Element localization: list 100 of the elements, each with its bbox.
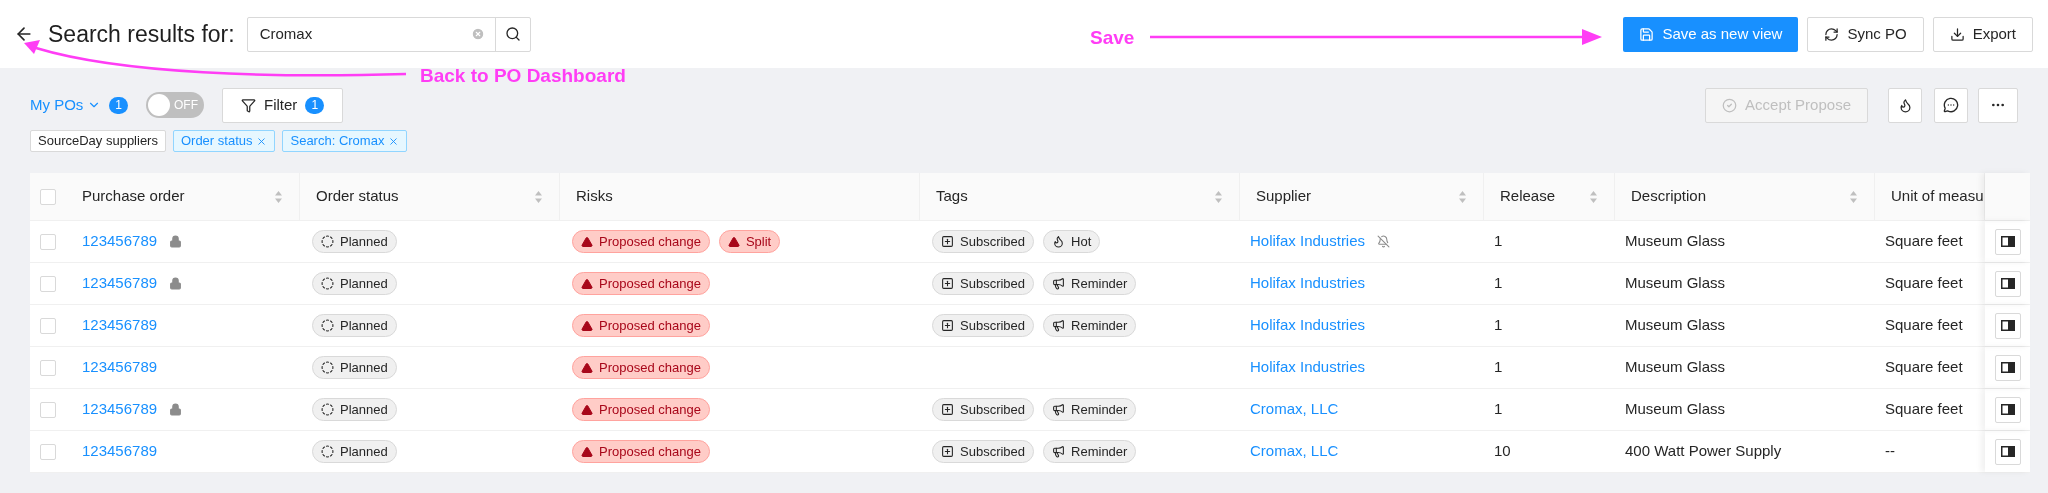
sort-icon[interactable] [1458, 189, 1467, 204]
column-header: Purchase order [82, 186, 185, 207]
details-panel-button[interactable] [1994, 396, 2021, 423]
status-pill: Planned [312, 272, 397, 295]
filter-icon [241, 97, 257, 113]
warning-icon [581, 277, 593, 290]
row-checkbox[interactable] [40, 233, 56, 250]
tag-pill: Subscribed [932, 272, 1035, 295]
dashed-circle-icon [321, 319, 334, 332]
view-dropdown[interactable]: My POs [30, 93, 102, 117]
dashed-circle-icon [321, 445, 334, 458]
table-row[interactable]: 123456789 Planned Proposed change Subscribed Reminder Holifax Industries 1 Museum Glass Square feet [30, 305, 2030, 347]
status-pill: Planned [312, 398, 397, 421]
row-checkbox[interactable] [40, 401, 56, 418]
side-panel-icon [2000, 446, 2015, 457]
save-button[interactable]: Save as new view [1623, 16, 1799, 52]
tag-pill: Reminder [1043, 314, 1137, 337]
clear-icon[interactable] [470, 27, 485, 41]
row-checkbox[interactable] [40, 359, 56, 376]
details-panel-button[interactable] [1994, 312, 2021, 339]
po-link[interactable]: 123456789 [82, 230, 158, 253]
unit-cell-text: -- [1885, 441, 1895, 462]
status-pill: Planned [312, 356, 397, 379]
table-row[interactable]: 123456789 Planned Proposed change Subscribed Reminder Cromax, LLC 10 400 Watt Power Supply -- [30, 431, 2030, 473]
unit-cell-text: Square feet [1885, 231, 1963, 252]
supplier-link[interactable]: Holifax Industries [1250, 272, 1366, 295]
count-badge: 1 [305, 96, 325, 114]
header-cell[interactable]: Release [1484, 173, 1615, 220]
search-value: Cromax [258, 23, 314, 44]
flame-icon [1052, 235, 1066, 248]
filter-button[interactable]: Filter 1 [222, 87, 344, 123]
side-panel-icon [2000, 278, 2015, 289]
comment-button[interactable] [1934, 87, 1968, 123]
header-cell[interactable]: Description [1615, 173, 1875, 220]
description-cell-text: 400 Watt Power Supply [1625, 441, 1782, 462]
po-link[interactable]: 123456789 [82, 398, 158, 421]
supplier-link[interactable]: Holifax Industries [1250, 230, 1366, 253]
po-link[interactable]: 123456789 [82, 272, 158, 295]
supplier-link[interactable]: Cromax, LLC [1250, 398, 1339, 421]
sort-icon[interactable] [1214, 189, 1223, 204]
po-link[interactable]: 123456789 [82, 356, 158, 379]
header-cell[interactable]: Order status [300, 173, 560, 220]
table-row[interactable]: 123456789 Planned Proposed change Subscribed Reminder Holifax Industries 1 Museum Glass Square feet [30, 263, 2030, 305]
header-cell[interactable]: Supplier [1240, 173, 1484, 220]
sort-icon[interactable] [274, 189, 283, 204]
close-icon[interactable] [256, 135, 268, 147]
filter-chip[interactable]: Search: Cromax [282, 130, 408, 152]
annotation-label: Save [1090, 26, 1135, 50]
supplier-link[interactable]: Holifax Industries [1250, 314, 1366, 337]
close-icon[interactable] [388, 135, 400, 147]
search-icon [504, 26, 521, 42]
warning-icon [581, 445, 593, 458]
table-row[interactable]: 123456789 Planned Proposed change Subscribed Reminder Cromax, LLC 1 Museum Glass Square feet [30, 389, 2030, 431]
select-all-checkbox[interactable] [40, 188, 56, 205]
filter-chip[interactable]: Order status [172, 130, 276, 152]
dashed-circle-icon [321, 403, 334, 416]
release-cell-text: 10 [1494, 441, 1511, 462]
save-icon [1639, 26, 1655, 42]
po-link[interactable]: 123456789 [82, 314, 158, 337]
page-title: Search results for: [48, 19, 235, 49]
side-panel-icon [2000, 362, 2015, 373]
toggle-switch[interactable]: OFF [146, 92, 205, 118]
megaphone-icon [1052, 319, 1066, 332]
details-panel-button[interactable] [1994, 228, 2021, 255]
warning-icon [581, 235, 593, 248]
tag-pill: Subscribed [932, 440, 1035, 463]
row-checkbox[interactable] [40, 443, 56, 460]
table-row[interactable]: 123456789 Planned Proposed change Split Subscribed Hot Holifax Industries 1 Museum Glass Square feet [30, 221, 2030, 263]
supplier-link[interactable]: Holifax Industries [1250, 356, 1366, 379]
row-checkbox[interactable] [40, 317, 56, 334]
column-header: Description [1631, 186, 1707, 207]
sync-button[interactable]: Sync PO [1807, 16, 1924, 52]
tag-pill: Reminder [1043, 398, 1137, 421]
header-cell[interactable]: Tags [920, 173, 1240, 220]
release-cell-text: 1 [1494, 399, 1503, 420]
row-checkbox[interactable] [40, 275, 56, 292]
hot-button[interactable] [1888, 87, 1922, 123]
description-cell-text: Museum Glass [1625, 399, 1726, 420]
search-field[interactable]: Cromax [246, 16, 531, 52]
sort-icon[interactable] [534, 189, 543, 204]
dashed-circle-icon [321, 235, 334, 248]
risk-pill: Proposed change [572, 440, 710, 463]
details-panel-button[interactable] [1994, 270, 2021, 297]
supplier-link[interactable]: Cromax, LLC [1250, 440, 1339, 463]
description-cell-text: Museum Glass [1625, 315, 1726, 336]
table-row[interactable]: 123456789 Planned Proposed change Holifax Industries 1 Museum Glass Square feet [30, 347, 2030, 389]
po-link[interactable]: 123456789 [82, 440, 158, 463]
more-button[interactable] [1978, 87, 2018, 123]
details-panel-button[interactable] [1994, 438, 2021, 465]
details-panel-button[interactable] [1994, 354, 2021, 381]
header-cell[interactable]: Purchase order [66, 173, 300, 220]
filter-chip[interactable]: SourceDay suppliers [30, 130, 166, 152]
export-button[interactable]: Export [1932, 16, 2033, 52]
warning-icon [581, 403, 593, 416]
sort-icon[interactable] [1849, 189, 1858, 204]
sort-icon[interactable] [1589, 189, 1598, 204]
warning-icon [581, 319, 593, 332]
megaphone-icon [1052, 445, 1066, 458]
description-cell-text: Museum Glass [1625, 357, 1726, 378]
status-pill: Planned [312, 230, 397, 253]
